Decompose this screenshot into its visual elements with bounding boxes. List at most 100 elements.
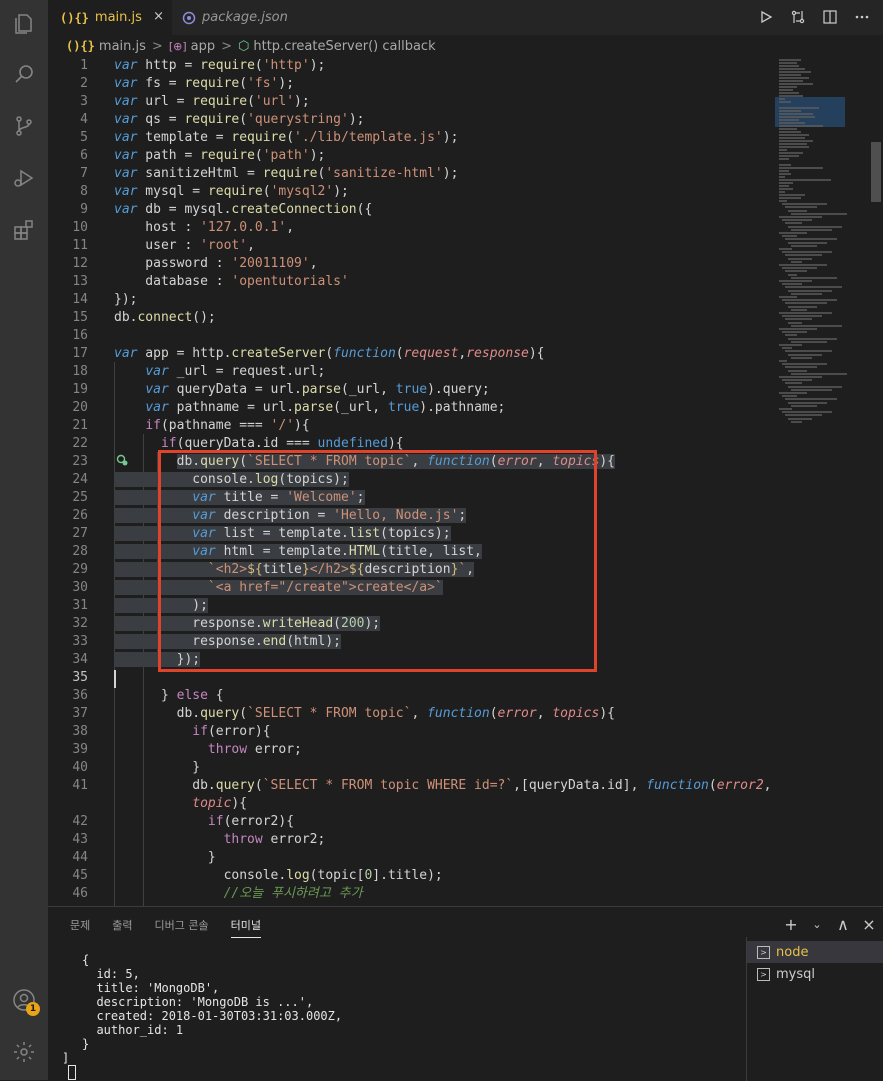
vertical-scrollbar[interactable] — [871, 142, 881, 202]
minimap-line — [788, 337, 837, 340]
minimap-line — [791, 404, 817, 407]
panel-actions: + ⌄ ∧ × — [783, 915, 877, 934]
code-line: 45 console.log(topic[0].title); — [48, 867, 768, 885]
minimap-line — [791, 228, 832, 231]
line-number: 25 — [72, 490, 88, 505]
more-actions-icon[interactable] — [853, 8, 871, 26]
minimap-line — [779, 167, 823, 169]
breadcrumb-symbol-callback[interactable]: http.createServer() callback — [253, 39, 435, 54]
line-number: 40 — [72, 760, 88, 775]
breadcrumb-separator: > — [151, 38, 163, 54]
tab-package-json[interactable]: package.json — [172, 0, 292, 35]
line-number: 43 — [72, 832, 88, 847]
minimap-line — [782, 347, 792, 350]
minimap-line — [779, 86, 797, 88]
split-editor-icon[interactable] — [821, 8, 839, 26]
minimap-line — [788, 257, 812, 260]
new-terminal-icon[interactable]: + — [783, 915, 799, 934]
minimap-line — [779, 360, 787, 362]
line-number: 22 — [72, 436, 88, 451]
minimap-line — [788, 417, 812, 420]
terminal-line: title: 'MongoDB', — [82, 981, 220, 995]
code-line: 13 database : 'opentutorials' — [48, 273, 768, 291]
code-line: 27 var list = template.list(topics); — [48, 525, 768, 543]
minimap-line — [782, 267, 817, 270]
minimap-line — [779, 152, 803, 154]
line-number: 5 — [80, 130, 88, 145]
minimap-line — [779, 344, 802, 346]
minimap-line — [779, 92, 799, 94]
minimap-line — [791, 324, 842, 327]
code-line: 35 — [48, 669, 768, 687]
line-number: 15 — [72, 310, 88, 325]
tab-debug-console[interactable]: 디버그 콘솔 — [155, 907, 209, 941]
lightbulb-icon[interactable] — [116, 454, 128, 466]
code-line: 6 var path = require('path'); — [48, 147, 768, 165]
compare-changes-icon[interactable] — [789, 8, 807, 26]
minimap-line — [782, 299, 837, 302]
variable-symbol-icon: [⊕] — [168, 39, 187, 53]
code-line: 19 var queryData = url.parse(_url, true)… — [48, 381, 768, 399]
tab-main-js[interactable]: (){} main.js × — [48, 0, 172, 35]
line-number: 41 — [72, 778, 88, 793]
code-line: 26 var description = 'Hello, Node.js'; — [48, 507, 768, 525]
javascript-file-icon: (){} — [66, 39, 95, 53]
account-badge: 1 — [26, 1002, 40, 1016]
run-icon[interactable] — [757, 8, 775, 26]
close-icon[interactable]: × — [153, 9, 164, 24]
tab-terminal[interactable]: 터미널 — [230, 907, 261, 938]
line-number: 45 — [72, 868, 88, 883]
line-number: 19 — [72, 382, 88, 397]
chevron-down-icon[interactable]: ⌄ — [809, 915, 825, 933]
terminal-icon: > — [757, 967, 770, 981]
minimap-line — [779, 296, 797, 298]
search-icon[interactable] — [0, 50, 48, 98]
line-number: 26 — [72, 508, 88, 523]
minimap-line — [782, 379, 812, 382]
code-line: 9 var db = mysql.createConnection({ — [48, 201, 768, 219]
minimap-line — [779, 74, 801, 76]
tab-output[interactable]: 출력 — [112, 907, 132, 941]
code-line: 11 user : 'root', — [48, 237, 768, 255]
breadcrumb-symbol-app[interactable]: app — [191, 39, 215, 54]
tab-problems[interactable]: 문제 — [70, 907, 90, 941]
minimap-line — [788, 289, 832, 292]
minimap-line — [779, 149, 787, 151]
minimap-line — [779, 107, 819, 109]
minimap[interactable] — [775, 57, 847, 906]
code-editor[interactable]: 1 var http = require('http'); 2 var fs = r… — [48, 57, 883, 906]
line-number: 1 — [80, 58, 88, 73]
settings-gear-icon[interactable] — [0, 1028, 48, 1076]
minimap-line — [779, 164, 791, 166]
extensions-icon[interactable] — [0, 206, 48, 254]
minimap-line — [791, 260, 802, 263]
terminal-output[interactable]: { id: 5, title: 'MongoDB', description: … — [48, 941, 748, 1081]
run-debug-icon[interactable] — [0, 154, 48, 202]
terminal-item-mysql[interactable]: > mysql — [747, 963, 883, 985]
breadcrumb-file[interactable]: main.js — [99, 39, 146, 54]
minimap-line — [785, 414, 822, 417]
line-number: 14 — [72, 292, 88, 307]
minimap-line — [779, 392, 807, 394]
minimap-line — [785, 206, 817, 209]
close-panel-icon[interactable]: × — [861, 915, 877, 934]
terminal-cursor — [68, 1065, 76, 1080]
javascript-file-icon: (){} — [60, 10, 89, 25]
source-control-icon[interactable] — [0, 102, 48, 150]
minimap-line — [785, 222, 802, 225]
line-number: 7 — [80, 166, 88, 181]
line-number: 16 — [72, 328, 88, 343]
maximize-panel-icon[interactable]: ∧ — [835, 915, 851, 934]
files-icon[interactable] — [0, 0, 48, 48]
minimap-line — [788, 321, 802, 324]
line-number: 12 — [72, 256, 88, 271]
line-number: 33 — [72, 634, 88, 649]
minimap-line — [779, 312, 832, 314]
code-line: 39 throw error; — [48, 741, 768, 759]
line-number: 24 — [72, 472, 88, 487]
terminal-item-node[interactable]: > node — [747, 941, 883, 963]
minimap-line — [785, 254, 822, 257]
minimap-line — [779, 188, 793, 190]
account-icon[interactable] — [0, 976, 48, 1024]
minimap-line — [779, 158, 789, 160]
